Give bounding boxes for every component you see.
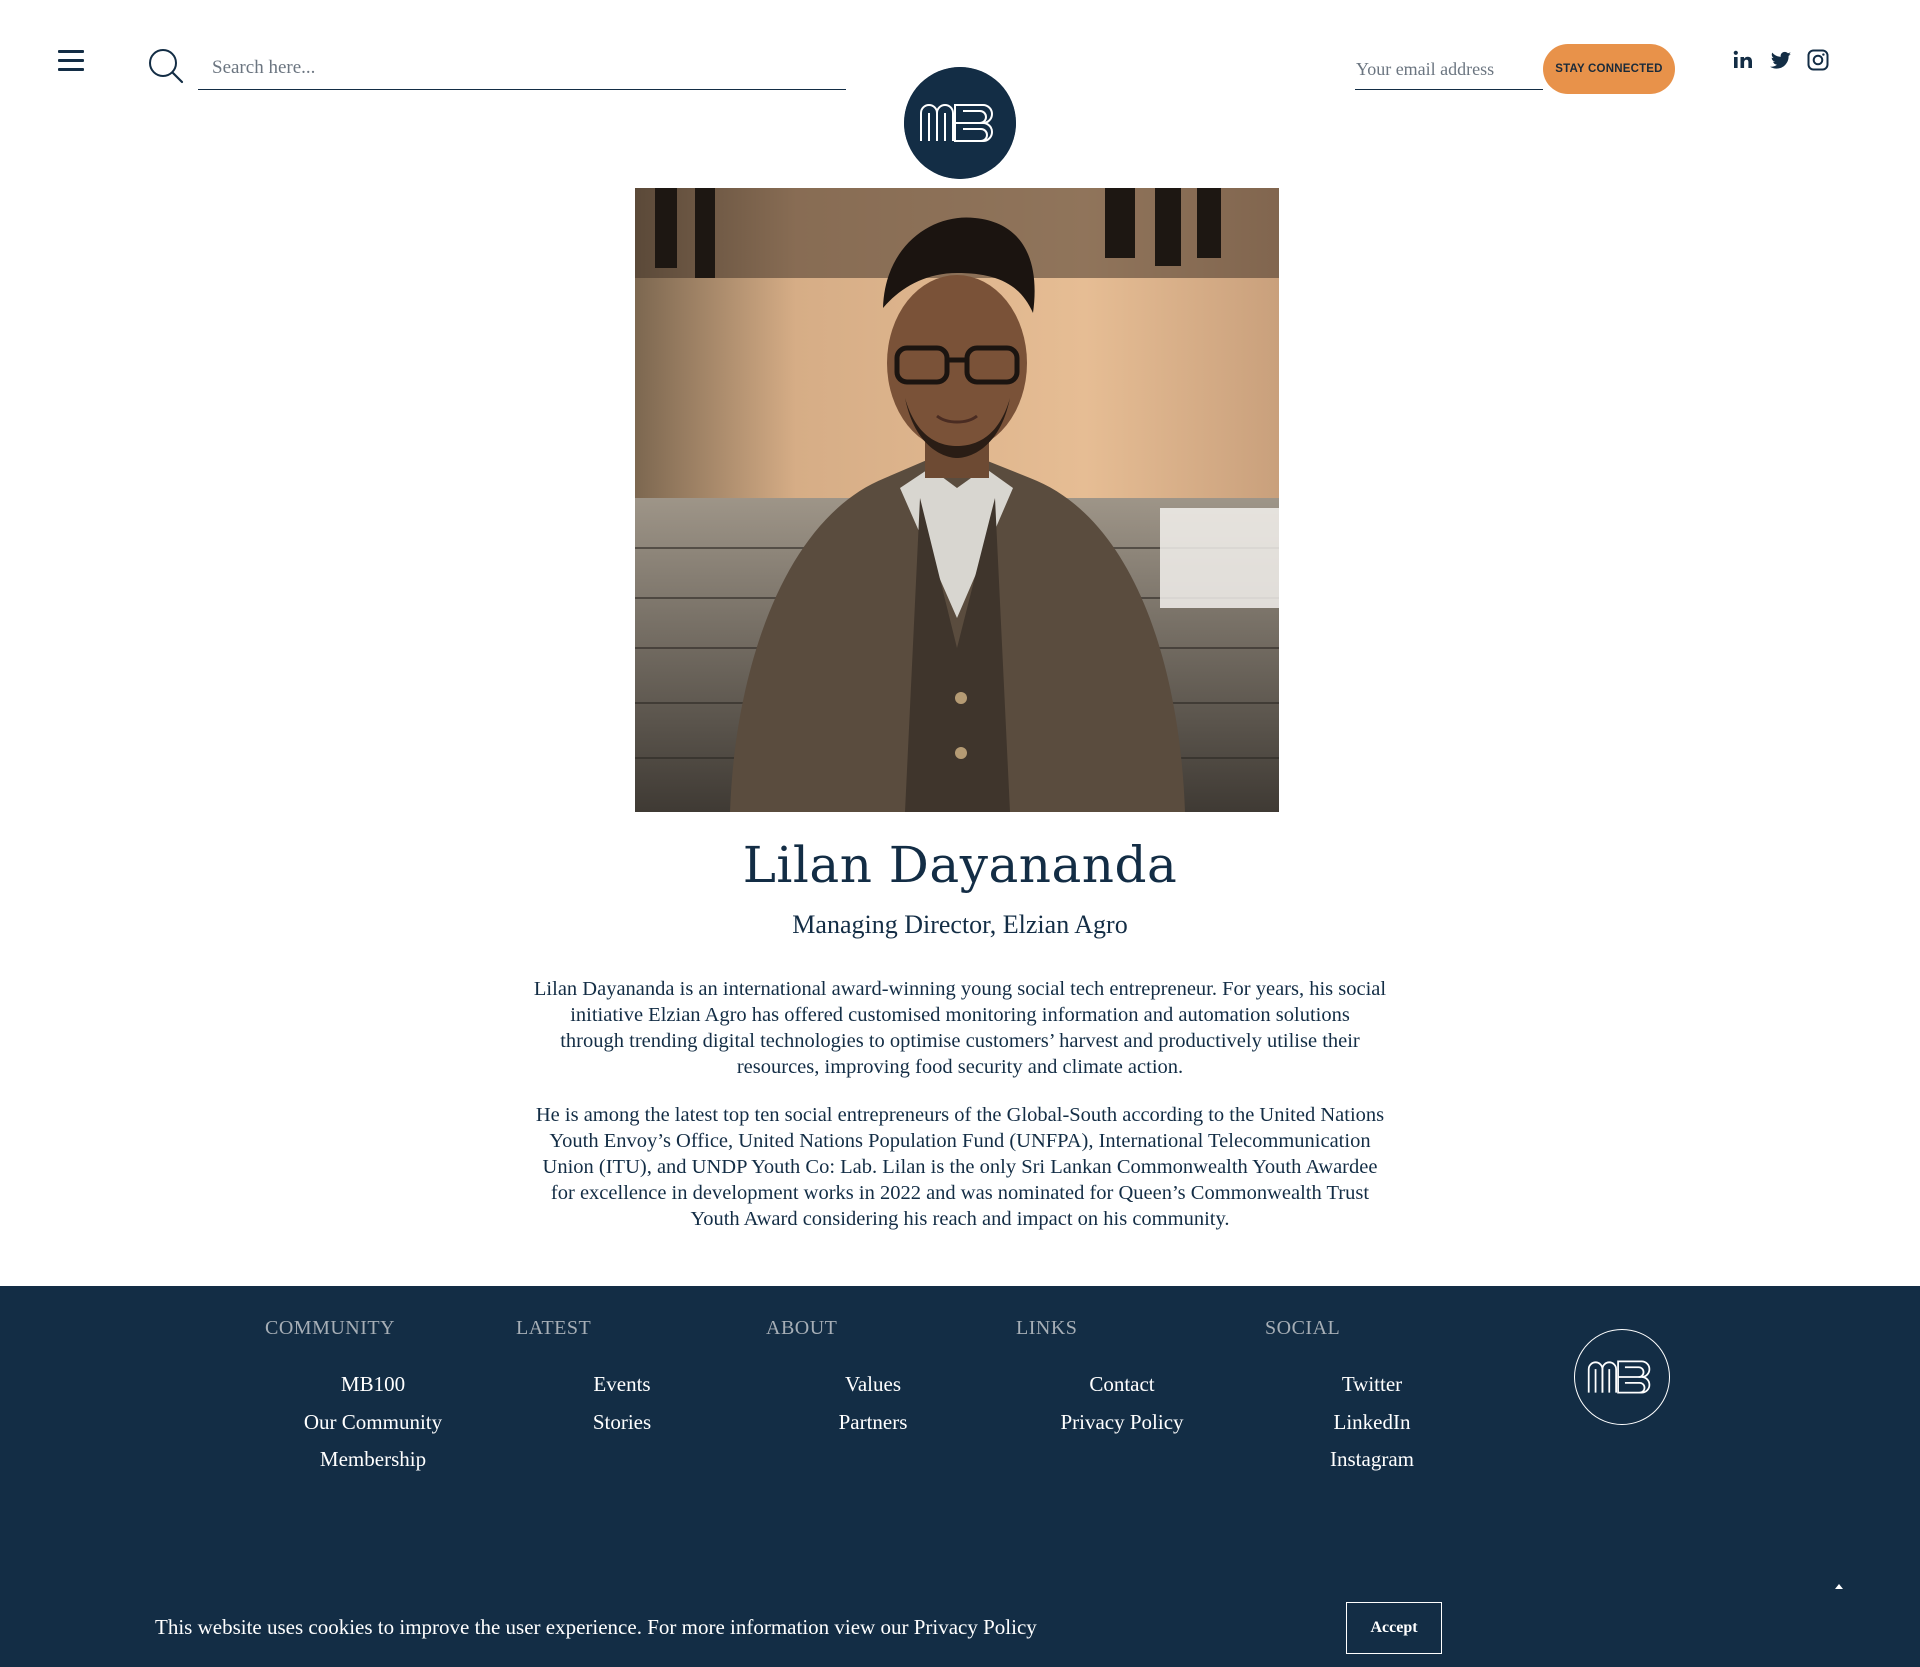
caret-up-icon[interactable]	[1834, 1582, 1844, 1590]
bio-line: Youth Envoy’s Office, United Nations Pop…	[549, 1130, 1371, 1152]
stay-connected-button[interactable]: STAY CONNECTED	[1543, 44, 1675, 94]
bio-line: Union (ITU), and UNDP Youth Co: Lab. Lil…	[542, 1156, 1378, 1178]
footer-link-our-community[interactable]: Our Community	[248, 1410, 498, 1435]
footer-heading-about: ABOUT	[766, 1317, 838, 1339]
hamburger-icon[interactable]	[58, 48, 86, 72]
footer-link-events[interactable]: Events	[497, 1372, 747, 1397]
cookie-message: This website uses cookies to improve the…	[155, 1615, 1037, 1639]
bio-paragraph-1: Lilan Dayananda is an international awar…	[520, 976, 1400, 1080]
bio-line: initiative Elzian Agro has offered custo…	[570, 1004, 1350, 1026]
footer-link-membership[interactable]: Membership	[248, 1447, 498, 1472]
bio-line: He is among the latest top ten social en…	[535, 1104, 1385, 1126]
bio-paragraph-2: He is among the latest top ten social en…	[520, 1102, 1400, 1232]
footer-heading-community: COMMUNITY	[265, 1317, 396, 1339]
search-input[interactable]	[198, 46, 846, 90]
search-icon[interactable]	[148, 48, 184, 84]
mb-logo[interactable]	[904, 67, 1016, 179]
bio-line: Youth Award considering his reach and im…	[690, 1208, 1230, 1230]
footer-link-twitter[interactable]: Twitter	[1247, 1372, 1497, 1397]
instagram-icon[interactable]	[1806, 48, 1830, 72]
footer-heading-links: LINKS	[1016, 1317, 1078, 1339]
profile-role: Managing Director, Elzian Agro	[792, 910, 1128, 939]
footer-heading-latest: LATEST	[516, 1317, 592, 1339]
bio-line: resources, improving food security and c…	[736, 1056, 1184, 1078]
footer-link-instagram[interactable]: Instagram	[1247, 1447, 1497, 1472]
twitter-icon[interactable]	[1769, 48, 1793, 72]
footer-link-linkedin[interactable]: LinkedIn	[1247, 1410, 1497, 1435]
email-field[interactable]	[1355, 50, 1543, 90]
bio-line: through trending digital technologies to…	[560, 1030, 1360, 1052]
footer-link-mb100[interactable]: MB100	[248, 1372, 498, 1397]
footer-link-contact[interactable]: Contact	[997, 1372, 1247, 1397]
footer-heading-social: SOCIAL	[1265, 1317, 1341, 1339]
profile-name: Lilan Dayananda	[742, 836, 1178, 894]
accept-cookies-button[interactable]: Accept	[1346, 1602, 1442, 1654]
linkedin-icon[interactable]	[1731, 48, 1755, 72]
bio-line: Lilan Dayananda is an international awar…	[533, 978, 1387, 1000]
bio-line: for excellence in development works in 2…	[550, 1182, 1370, 1204]
footer-link-privacy-policy[interactable]: Privacy Policy	[997, 1410, 1247, 1435]
footer-link-values[interactable]: Values	[748, 1372, 998, 1397]
footer-link-stories[interactable]: Stories	[497, 1410, 747, 1435]
profile-photo	[635, 188, 1279, 812]
footer-link-partners[interactable]: Partners	[748, 1410, 998, 1435]
footer-mb-logo[interactable]	[1574, 1329, 1670, 1425]
